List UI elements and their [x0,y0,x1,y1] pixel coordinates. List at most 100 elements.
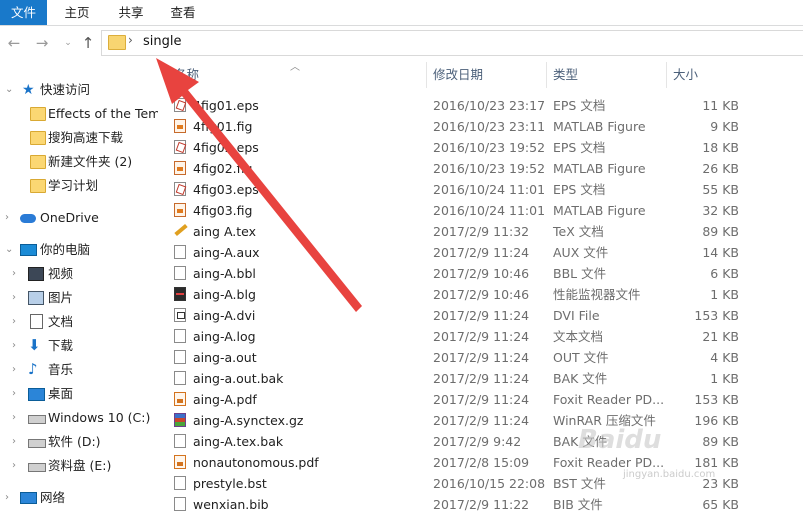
file-type: MATLAB Figure [553,161,646,176]
sidebar-item-drive-c[interactable]: › Windows 10 (C:) [0,407,158,429]
chevron-right-icon[interactable]: › [12,335,16,357]
table-row[interactable]: 4fig02.fig 2016/10/23 19:52 MATLAB Figure 2… [158,158,803,179]
sidebar-item-pictures[interactable]: › 图片 [0,287,158,309]
table-row[interactable]: aing-A.dvi 2017/2/9 11:24 DVI File 153 KB [158,305,803,326]
dvi-file-icon [174,308,186,322]
sidebar-item-downloads[interactable]: › ⬇ 下载 [0,335,158,357]
file-date: 2017/2/9 10:46 [433,266,530,281]
file-type: MATLAB Figure [553,203,646,218]
chevron-right-icon[interactable]: › [12,455,16,477]
table-row[interactable]: aing-A.blg 2017/2/9 10:46 性能监视器文件 1 KB [158,284,803,305]
watermark-url: jingyan.baidu.com [623,469,716,480]
file-size: 1 KB [710,371,739,386]
sidebar-item-sogou-download[interactable]: 搜狗高速下载 [0,127,158,149]
back-icon[interactable]: ← [6,35,22,51]
file-name: 4fig02.fig [193,161,253,176]
file-size: 11 KB [702,98,739,113]
chevron-right-icon[interactable]: › [5,487,9,509]
folder-icon [30,179,46,193]
picture-icon [28,291,44,305]
chevron-right-icon[interactable]: › [12,311,16,333]
chevron-right-icon[interactable]: › [12,287,16,309]
file-size: 1 KB [710,287,739,302]
chevron-right-icon[interactable]: › [12,383,16,405]
forward-icon[interactable]: → [34,35,50,51]
sidebar-item-onedrive[interactable]: › OneDrive [0,207,158,229]
chevron-down-icon[interactable]: ⌄ [5,239,13,261]
column-header-size[interactable]: 大小 [673,62,783,88]
network-icon [20,492,37,504]
sidebar-item-label: 快速访问 [40,82,91,97]
sidebar-item-this-pc[interactable]: ⌄ 你的电脑 [0,239,158,261]
table-row[interactable]: 4fig03.eps 2016/10/24 11:01 EPS 文档 55 KB [158,179,803,200]
chevron-right-icon[interactable]: › [12,431,16,453]
table-row[interactable]: aing A.tex 2017/2/9 11:32 TeX 文档 89 KB [158,221,803,242]
sidebar-item-quick-access[interactable]: ⌄ ★ 快速访问 [0,79,158,101]
column-divider[interactable] [426,62,427,88]
drive-icon [28,415,46,424]
sidebar-item-drive-e[interactable]: › 资料盘 (E:) [0,455,158,477]
file-date: 2016/10/15 22:08 [433,476,546,491]
table-row[interactable]: aing-A.log 2017/2/9 11:24 文本文档 21 KB [158,326,803,347]
file-size: 89 KB [702,224,739,239]
sidebar-item-study-plan[interactable]: 学习计划 [0,175,158,197]
file-name: nonautonomous.pdf [193,455,319,470]
sidebar-item-videos[interactable]: › 视频 [0,263,158,285]
sidebar-item-label: 下载 [48,338,74,353]
gz-file-icon [174,413,186,427]
file-name: aing-A.pdf [193,392,257,407]
table-row[interactable]: aing-A.pdf 2017/2/9 11:24 Foxit Reader PD.… [158,389,803,410]
column-header-date[interactable]: 修改日期 [433,62,543,88]
tab-home[interactable]: 主页 [54,0,100,25]
up-icon[interactable]: ↑ [80,35,96,51]
table-row[interactable]: aing-A.bbl 2017/2/9 10:46 BBL 文件 6 KB [158,263,803,284]
breadcrumb-single[interactable]: single [143,34,182,49]
sidebar-item-documents[interactable]: › 文档 [0,311,158,333]
tab-share[interactable]: 共享 [108,0,154,25]
sidebar-item-desktop[interactable]: › 桌面 [0,383,158,405]
table-row[interactable]: aing-A.aux 2017/2/9 11:24 AUX 文件 14 KB [158,242,803,263]
file-type: MATLAB Figure [553,119,646,134]
column-divider[interactable] [546,62,547,88]
chevron-right-icon[interactable]: › [12,407,16,429]
table-row[interactable]: 4fig02.eps 2016/10/23 19:52 EPS 文档 18 KB [158,137,803,158]
chevron-down-icon[interactable]: ⌄ [5,79,13,101]
sidebar-item-drive-d[interactable]: › 软件 (D:) [0,431,158,453]
column-header-name[interactable]: 名称 [174,62,424,88]
tex-file-icon [174,224,186,238]
column-divider[interactable] [666,62,667,88]
address-bar[interactable]: › single [101,30,803,56]
file-date: 2017/2/9 11:24 [433,371,530,386]
fig-file-icon [174,161,186,175]
file-name: aing-A.aux [193,245,260,260]
file-name: 4fig03.eps [193,182,259,197]
column-header-type[interactable]: 类型 [553,62,663,88]
sidebar-item-network[interactable]: › 网络 [0,487,158,509]
sidebar-item-label: 视频 [48,266,74,281]
chevron-right-icon[interactable]: › [12,263,16,285]
sidebar-item-label: 文档 [48,314,74,329]
file-file-icon [174,245,186,259]
file-date: 2017/2/9 11:24 [433,308,530,323]
sidebar-item-music[interactable]: › ♪ 音乐 [0,359,158,381]
table-row[interactable]: 4fig03.fig 2016/10/24 11:01 MATLAB Figure 3… [158,200,803,221]
file-size: 18 KB [702,140,739,155]
sidebar-item-effects[interactable]: Effects of the Tem [0,103,158,125]
file-size: 9 KB [710,119,739,134]
table-row[interactable]: aing-a.out 2017/2/9 11:24 OUT 文件 4 KB [158,347,803,368]
table-row[interactable]: 4fig01.fig 2016/10/23 23:11 MATLAB Figure 9… [158,116,803,137]
tab-view[interactable]: 查看 [160,0,206,25]
folder-icon [30,155,46,169]
file-type: EPS 文档 [553,98,606,113]
sidebar-item-new-folder-2[interactable]: 新建文件夹 (2) [0,151,158,173]
chevron-right-icon[interactable]: › [5,207,9,229]
breadcrumb-chevron-icon[interactable]: › [128,33,133,47]
tab-file[interactable]: 文件 [0,0,47,25]
sidebar-item-label: 音乐 [48,362,74,377]
chevron-right-icon[interactable]: › [12,359,16,381]
table-row[interactable]: 4fig01.eps 2016/10/23 23:17 EPS 文档 11 KB [158,95,803,116]
table-row[interactable]: wenxian.bib 2017/2/9 11:22 BIB 文件 65 KB [158,494,803,515]
table-row[interactable]: aing-a.out.bak 2017/2/9 11:24 BAK 文件 1 KB [158,368,803,389]
file-name: 4fig03.fig [193,203,253,218]
recent-locations-chevron-icon[interactable]: ⌄ [60,35,76,51]
